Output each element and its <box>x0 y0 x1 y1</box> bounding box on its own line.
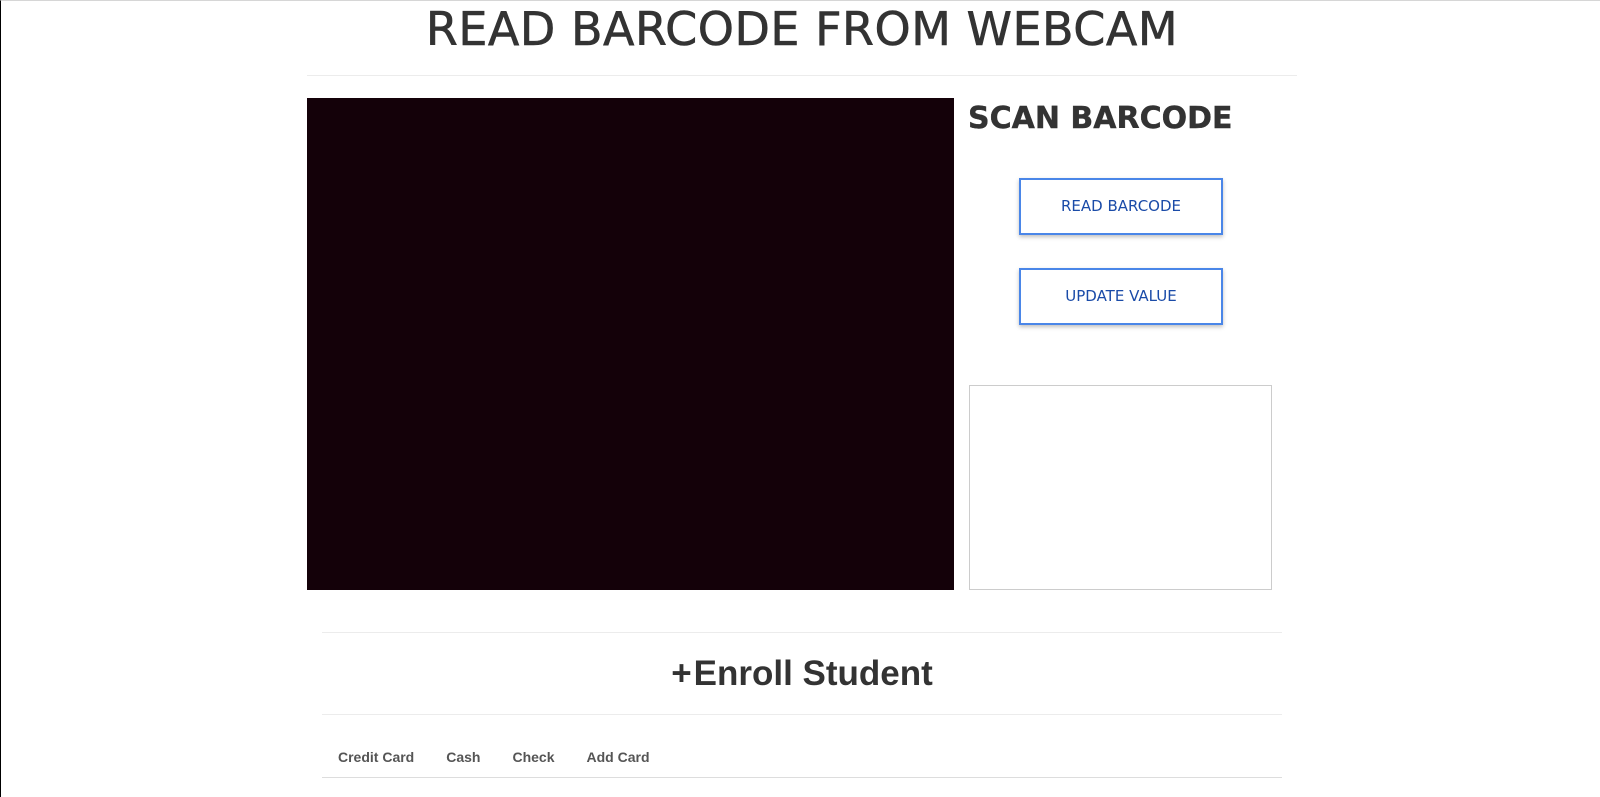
scan-barcode-heading: SCAN BARCODE <box>968 101 1233 136</box>
read-barcode-button[interactable]: READ BARCODE <box>1019 178 1223 235</box>
tab-cash[interactable]: Cash <box>430 742 496 772</box>
plus-icon: + <box>671 654 692 693</box>
page-title: READ BARCODE FROM WEBCAM <box>425 2 1179 57</box>
section-divider-top <box>322 632 1282 633</box>
tab-check[interactable]: Check <box>496 742 570 772</box>
section-divider-middle <box>322 714 1282 715</box>
tab-credit-card[interactable]: Credit Card <box>322 742 430 772</box>
enroll-student-heading[interactable]: +Enroll Student <box>322 651 1282 697</box>
page: READ BARCODE FROM WEBCAM SCAN BARCODE RE… <box>0 0 1600 797</box>
tab-add-card[interactable]: Add Card <box>571 742 666 772</box>
barcode-result-box <box>969 385 1272 590</box>
enroll-student-label: Enroll Student <box>693 654 933 693</box>
update-value-button[interactable]: UPDATE VALUE <box>1019 268 1223 325</box>
payment-tabs: Credit Card Cash Check Add Card <box>322 742 666 772</box>
title-divider <box>307 75 1297 76</box>
webcam-video-view <box>307 98 954 590</box>
tabs-divider <box>322 777 1282 778</box>
